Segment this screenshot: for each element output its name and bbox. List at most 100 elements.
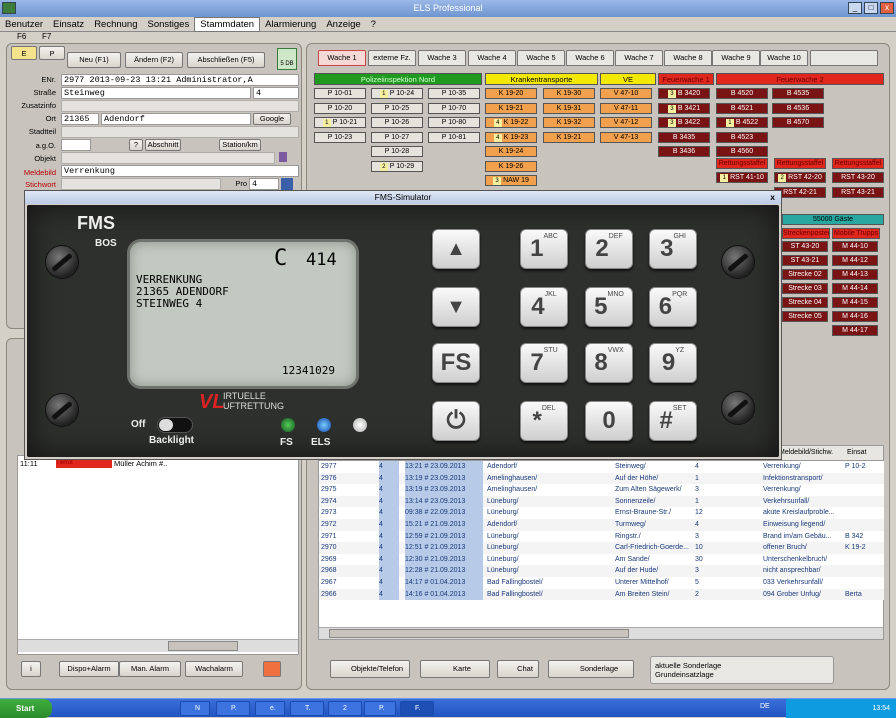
minimize-button[interactable]: _ <box>848 2 862 14</box>
start-button[interactable]: Start <box>0 699 52 718</box>
close-incident-button[interactable]: Abschließen (F5) <box>187 52 265 68</box>
vehicle-button[interactable]: 1P 10-21 <box>314 117 366 128</box>
object-field[interactable] <box>61 152 275 164</box>
filter-icon[interactable] <box>810 50 878 66</box>
object-icon[interactable] <box>279 152 287 162</box>
vehicle-button[interactable]: K 19-20 <box>485 88 537 99</box>
vehicle-button[interactable]: 1P 10-24 <box>371 88 423 99</box>
vehicle-button[interactable]: ST 43-21 <box>782 255 828 266</box>
key-9[interactable]: 9YZ <box>649 343 697 383</box>
menu-benutzer[interactable]: Benutzer <box>0 17 48 32</box>
vehicle-button[interactable]: P 10-27 <box>371 131 423 143</box>
info-button[interactable]: i <box>21 661 41 677</box>
vehicle-button[interactable]: P 10-26 <box>371 117 423 128</box>
menu-help[interactable]: ? <box>366 17 381 32</box>
vehicle-button[interactable]: P 10-20 <box>314 102 366 114</box>
tab-wache-1[interactable]: Wache 1 <box>318 50 366 66</box>
vehicle-button[interactable]: 3B 3421 <box>658 102 710 114</box>
vehicle-button[interactable]: 1 RST 41-10 <box>716 172 768 183</box>
vehicle-button[interactable]: M 44-10 <box>832 241 878 252</box>
tab-wache-3[interactable]: Wache 3 <box>418 50 466 66</box>
vehicle-button[interactable]: B 3435 <box>658 131 710 143</box>
key-5[interactable]: 5MNO <box>585 287 633 327</box>
map-provider-select[interactable]: Google <box>253 113 291 125</box>
district-field[interactable] <box>61 126 299 138</box>
table-row[interactable]: 2971 4 12:59 # 21.09.2013 Lüneburg/Ringstr.… <box>319 530 884 543</box>
vehicle-button[interactable]: Strecke 03 <box>782 283 828 294</box>
vehicle-button[interactable]: K 19-32 <box>543 117 595 128</box>
tab-p[interactable]: P <box>39 46 65 60</box>
close-window-button[interactable]: x <box>880 2 894 14</box>
street-field[interactable]: Steinweg <box>61 87 251 99</box>
karte-button[interactable]: Karte <box>420 660 490 678</box>
vehicle-button[interactable]: 4K 19-22 <box>485 117 537 128</box>
vehicle-button[interactable]: 2P 10-29 <box>371 160 423 172</box>
vehicle-button[interactable]: M 44-12 <box>832 255 878 266</box>
menu-sonstiges[interactable]: Sonstiges <box>143 17 195 32</box>
vehicle-button[interactable]: Strecke 02 <box>782 269 828 280</box>
maximize-button[interactable]: □ <box>864 2 878 14</box>
vehicle-button[interactable]: M 44-15 <box>832 297 878 308</box>
vehicle-button[interactable]: 3 NAW 19 <box>485 175 537 186</box>
ago-select[interactable] <box>61 139 91 151</box>
tab-wache-5[interactable]: Wache 5 <box>517 50 565 66</box>
tab-wache-7[interactable]: Wache 7 <box>615 50 663 66</box>
vehicle-button[interactable]: V 47-11 <box>600 102 652 114</box>
vehicle-button[interactable]: 2 RST 42-20 <box>774 172 826 183</box>
key-7[interactable]: 7STU <box>520 343 568 383</box>
manual-alarm-button[interactable]: Man. Alarm <box>119 661 181 677</box>
chevron-down-icon[interactable] <box>281 178 293 190</box>
key-8[interactable]: 8VWX <box>585 343 633 383</box>
tab-wache-8[interactable]: Wache 8 <box>664 50 712 66</box>
table-row[interactable]: 2974 4 13:14 # 23.09.2013 Lüneburg/Sonnenze… <box>319 495 884 508</box>
table-row[interactable]: 2976 4 13:19 # 23.09.2013 Amelinghausen/Auf… <box>319 472 884 485</box>
stichwort-field[interactable] <box>61 178 221 190</box>
vehicle-button[interactable]: P 10-70 <box>428 102 480 114</box>
vehicle-button[interactable]: V 47-10 <box>600 88 652 99</box>
vehicle-button[interactable]: 3B 3422 <box>658 117 710 128</box>
help-button[interactable]: ? <box>129 139 143 151</box>
vehicle-button[interactable]: B 4570 <box>772 117 824 128</box>
tab-wache-10[interactable]: Wache 10 <box>760 50 808 66</box>
menu-rechnung[interactable]: Rechnung <box>89 17 142 32</box>
vehicle-button[interactable]: K 19-30 <box>543 88 595 99</box>
city-field[interactable]: Adendorf <box>101 113 251 125</box>
abschnitt-button[interactable]: Abschnitt <box>145 139 181 151</box>
vehicle-button[interactable]: B 4521 <box>716 102 768 114</box>
table-row[interactable]: 2966 4 14:16 # 01.04.2013 Bad Fallingbostel… <box>319 588 884 601</box>
vehicle-button[interactable]: Strecke 05 <box>782 311 828 322</box>
vehicle-button[interactable]: 4K 19-23 <box>485 131 537 143</box>
station-button[interactable]: Station/km <box>219 139 261 151</box>
vehicle-button[interactable]: B 4523 <box>716 131 768 143</box>
vehicle-button[interactable]: M 44-16 <box>832 311 878 322</box>
taskbar-item[interactable]: T. <box>290 701 324 716</box>
zip-field[interactable]: 21365 <box>61 113 99 125</box>
vehicle-button[interactable]: P 10-81 <box>428 131 480 143</box>
meldebild-field[interactable]: Verrenkung <box>61 165 299 177</box>
key-6[interactable]: 6PQR <box>649 287 697 327</box>
edit-button[interactable]: Ändern (F2) <box>125 52 183 68</box>
table-scrollbar[interactable] <box>319 627 883 639</box>
vehicle-button[interactable]: RST 43-21 <box>832 186 884 198</box>
enr-field[interactable]: 2977 2013-09-23 13:21 Administrator,A <box>61 74 299 86</box>
vehicle-button[interactable]: M 44-14 <box>832 283 878 294</box>
vehicle-button[interactable]: V 47-13 <box>600 131 652 143</box>
alarm-icon[interactable] <box>263 661 281 677</box>
wache-alarm-button[interactable]: Wachalarm <box>185 661 243 677</box>
taskbar-item[interactable]: P. <box>364 701 396 716</box>
dialog-close-icon[interactable]: x <box>770 191 775 204</box>
menu-stammdaten[interactable]: Stammdaten <box>194 17 261 32</box>
vehicle-button[interactable]: K 19-31 <box>543 102 595 114</box>
sonderlage-button[interactable]: Sonderlage <box>548 660 634 678</box>
vehicle-button[interactable]: 3B 3420 <box>658 88 710 99</box>
table-scroll-thumb[interactable] <box>329 629 629 638</box>
menu-alarmierung[interactable]: Alarmierung <box>260 17 321 32</box>
taskbar-item[interactable]: F. <box>400 701 434 716</box>
key-star[interactable]: *DEL <box>520 401 568 441</box>
table-row[interactable]: 2967 4 14:17 # 01.04.2013 Bad Fallingbostel… <box>319 577 884 589</box>
key-4[interactable]: 4JKL <box>520 287 568 327</box>
vehicle-button[interactable]: B 4536 <box>772 102 824 114</box>
vehicle-button[interactable]: P 10-25 <box>371 102 423 114</box>
taskbar-item[interactable]: N <box>180 701 210 716</box>
table-row[interactable]: 2969 4 12:30 # 21.09.2013 Lüneburg/Am Sande… <box>319 553 884 566</box>
